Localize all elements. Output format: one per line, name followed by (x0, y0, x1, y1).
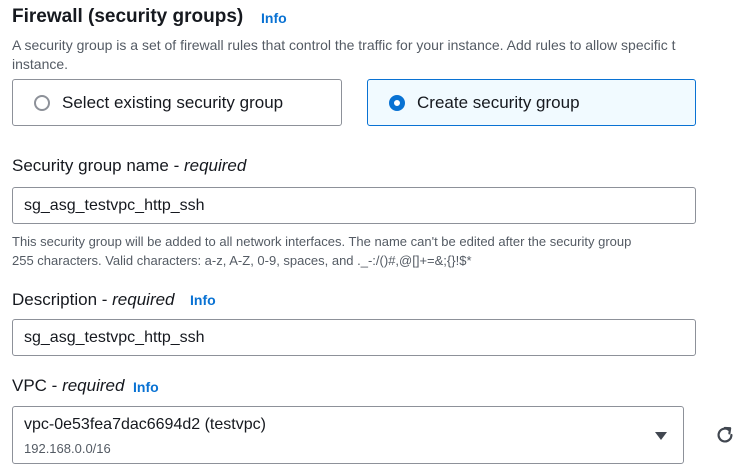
create-security-group-option[interactable]: Create security group (367, 79, 696, 126)
description-input[interactable]: sg_asg_testvpc_http_ssh (12, 319, 696, 356)
caret-down-icon[interactable] (655, 432, 667, 440)
vpc-required: required (62, 376, 125, 395)
radio-unselected-icon[interactable] (34, 94, 50, 111)
description-required: required (112, 290, 175, 309)
create-security-group-label: Create security group (417, 92, 580, 112)
security-group-name-value: sg_asg_testvpc_http_ssh (24, 196, 205, 214)
select-existing-security-group-option[interactable]: Select existing security group (12, 79, 342, 126)
vpc-selected-value: vpc-0e53fea7dac6694d2 (testvpc) (24, 416, 266, 433)
security-group-name-hint-line1: This security group will be added to all… (12, 234, 632, 249)
firewall-section-title: Firewall (security groups) (12, 6, 244, 27)
security-group-name-label-text: Security group name - (12, 156, 184, 175)
refresh-icon[interactable] (714, 424, 736, 446)
security-group-name-label: Security group name - required (12, 156, 246, 176)
security-group-name-input[interactable]: sg_asg_testvpc_http_ssh (12, 187, 696, 224)
security-group-name-hint: This security group will be added to all… (12, 232, 746, 270)
radio-selected-icon[interactable] (389, 94, 405, 111)
security-group-name-required: required (183, 156, 247, 175)
description-label: Description - required (12, 290, 175, 310)
firewall-info-link[interactable]: Info (261, 10, 287, 26)
description-info-link[interactable]: Info (190, 292, 216, 308)
select-existing-security-group-label: Select existing security group (62, 92, 284, 112)
firewall-description-line1: A security group is a set of firewall ru… (12, 37, 676, 53)
description-label-text: Description - (12, 290, 113, 309)
vpc-select[interactable]: vpc-0e53fea7dac6694d2 (testvpc) 192.168.… (12, 406, 684, 464)
description-value: sg_asg_testvpc_http_ssh (24, 328, 205, 346)
vpc-label: VPC - required (12, 376, 124, 396)
firewall-description-line2: instance. (12, 56, 69, 72)
vpc-info-link[interactable]: Info (133, 379, 159, 395)
vpc-cidr: 192.168.0.0/16 (24, 441, 111, 456)
firewall-description: A security group is a set of firewall ru… (12, 36, 746, 74)
security-group-name-hint-line2: 255 characters. Valid characters: a-z, A… (12, 253, 472, 268)
vpc-label-text: VPC - (12, 376, 63, 395)
